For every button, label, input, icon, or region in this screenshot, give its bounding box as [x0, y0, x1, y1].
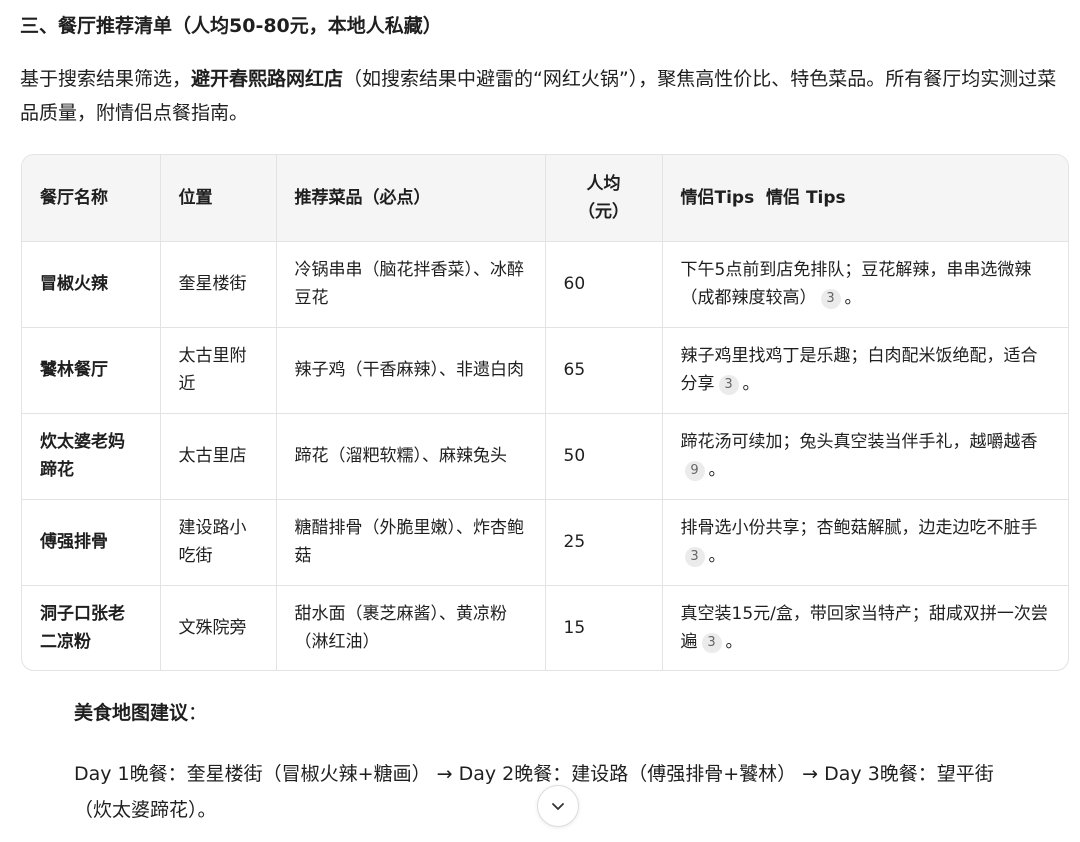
- restaurant-dishes: 冷锅串串（脑花拌香菜）、冰醉豆花: [276, 241, 546, 328]
- restaurant-location: 奎星楼街: [160, 241, 277, 328]
- restaurant-dishes: 甜水面（裹芝麻酱）、黄凉粉（淋红油）: [276, 585, 546, 670]
- map-tip-heading: 美食地图建议：: [74, 698, 207, 728]
- chevron-down-icon: [552, 803, 564, 810]
- table-row: 饕林餐厅 太古里附近 辣子鸡（干香麻辣）、非遗白肉 65 辣子鸡里找鸡丁是乐趣；…: [22, 327, 1068, 414]
- table-row: 傅强排骨 建设路小吃街 糖醋排骨（外脆里嫩）、炸杏鲍菇 25 排骨选小份共享；杏…: [22, 499, 1068, 586]
- restaurant-price: 60: [545, 241, 663, 328]
- restaurant-name: 饕林餐厅: [22, 327, 161, 414]
- tips-text: 排骨选小份共享；杏鲍菇解腻，边走边吃不脏手: [680, 518, 1038, 538]
- citation-badge[interactable]: 9: [684, 461, 705, 481]
- restaurant-price: 15: [545, 585, 663, 670]
- intro-pre: 基于搜索结果筛选，: [20, 68, 192, 90]
- restaurant-location: 建设路小吃街: [160, 499, 277, 586]
- table-row: 炊太婆老妈蹄花 太古里店 蹄花（溜粑软糯）、麻辣兔头 50 蹄花汤可续加；兔头真…: [22, 413, 1068, 500]
- tips-text: 蹄花汤可续加；兔头真空装当伴手礼，越嚼越香: [680, 432, 1038, 452]
- restaurant-tips: 真空装15元/盒，带回家当特产；甜咸双拼一次尝遍 3。: [662, 585, 1068, 670]
- tips-end: 。: [742, 374, 760, 394]
- citation-badge[interactable]: 3: [820, 289, 841, 309]
- tips-end: 。: [708, 460, 726, 480]
- restaurant-dishes: 糖醋排骨（外脆里嫩）、炸杏鲍菇: [276, 499, 546, 586]
- intro-paragraph: 基于搜索结果筛选，避开春熙路网红店（如搜索结果中避雷的“网红火锅”），聚焦高性价…: [20, 62, 1065, 130]
- restaurant-tips: 排骨选小份共享；杏鲍菇解腻，边走边吃不脏手 3。: [662, 499, 1068, 586]
- map-tip-bold: 美食地图建议: [74, 702, 189, 724]
- restaurant-tips: 蹄花汤可续加；兔头真空装当伴手礼，越嚼越香 9。: [662, 413, 1068, 500]
- header-location: 位置: [160, 155, 277, 242]
- citation-badge[interactable]: 3: [701, 633, 722, 654]
- restaurant-tips: 辣子鸡里找鸡丁是乐趣；白肉配米饭绝配，适合分享 3。: [662, 327, 1068, 414]
- restaurant-name: 炊太婆老妈蹄花: [22, 413, 161, 500]
- table-header-row: 餐厅名称 位置 推荐菜品（必点） 人均 （元） 情侣Tips 情侣 Tips: [22, 155, 1068, 242]
- tips-end: 。: [708, 546, 726, 566]
- tips-end: 。: [844, 288, 862, 308]
- restaurant-dishes: 辣子鸡（干香麻辣）、非遗白肉: [276, 327, 546, 414]
- intro-bold: 避开春熙路网红店: [191, 68, 344, 90]
- day-plan: Day 1晚餐：奎星楼街（冒椒火辣+糖画） → Day 2晚餐：建设路（傅强排骨…: [74, 763, 994, 821]
- citation-badge[interactable]: 3: [684, 547, 705, 567]
- restaurant-tips: 下午5点前到店免排队；豆花解辣，串串选微辣（成都辣度较高） 3。: [662, 241, 1068, 328]
- restaurant-table: 餐厅名称 位置 推荐菜品（必点） 人均 （元） 情侣Tips 情侣 Tips 冒…: [21, 154, 1069, 671]
- header-price: 人均 （元）: [545, 155, 663, 242]
- header-tips: 情侣Tips 情侣 Tips: [662, 155, 1068, 242]
- restaurant-name: 洞子口张老二凉粉: [22, 585, 161, 670]
- restaurant-location: 太古里附近: [160, 327, 277, 414]
- header-dishes: 推荐菜品（必点）: [276, 155, 546, 242]
- restaurant-name: 冒椒火辣: [22, 241, 161, 328]
- restaurant-price: 65: [545, 327, 663, 414]
- restaurant-name: 傅强排骨: [22, 499, 161, 586]
- scroll-down-button[interactable]: [537, 785, 579, 827]
- tips-end: 。: [725, 632, 743, 653]
- restaurant-dishes: 蹄花（溜粑软糯）、麻辣兔头: [276, 413, 546, 500]
- restaurant-price: 50: [545, 413, 663, 500]
- header-name: 餐厅名称: [22, 155, 161, 242]
- restaurant-price: 25: [545, 499, 663, 586]
- restaurant-location: 文殊院旁: [160, 585, 277, 670]
- restaurant-location: 太古里店: [160, 413, 277, 500]
- map-tip-colon: ：: [188, 702, 208, 724]
- table-row: 洞子口张老二凉粉 文殊院旁 甜水面（裹芝麻酱）、黄凉粉（淋红油） 15 真空装1…: [22, 585, 1068, 670]
- citation-badge[interactable]: 3: [718, 375, 739, 395]
- table-row: 冒椒火辣 奎星楼街 冷锅串串（脑花拌香菜）、冰醉豆花 60 下午5点前到店免排队…: [22, 241, 1068, 328]
- section-heading: 三、餐厅推荐清单（人均50-80元，本地人私藏）: [20, 15, 442, 37]
